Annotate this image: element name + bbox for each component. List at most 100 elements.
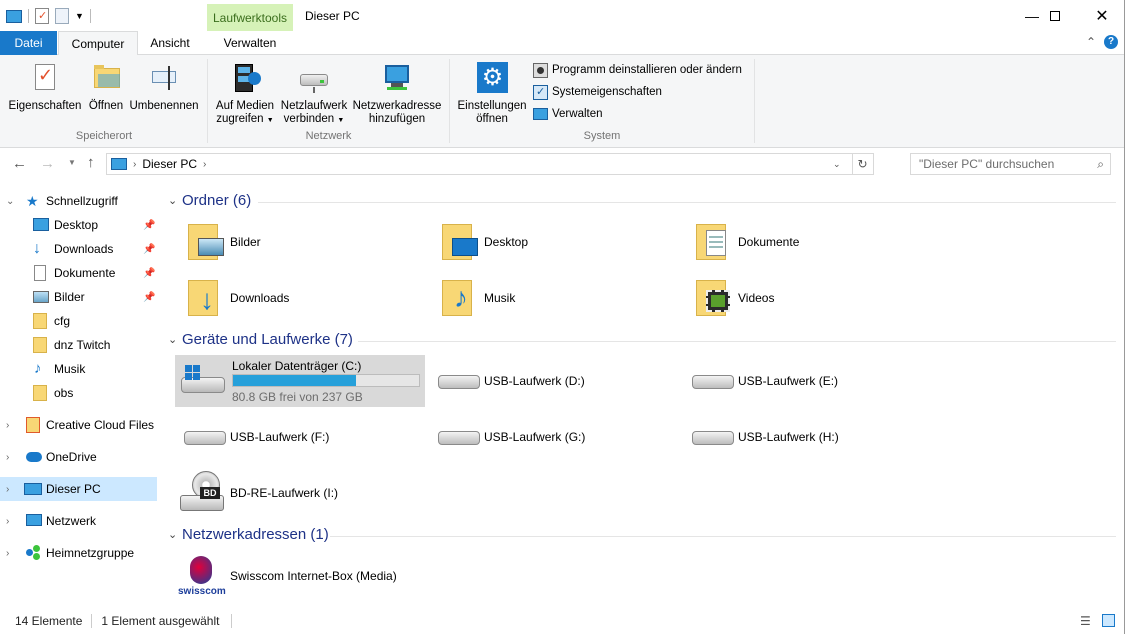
sidebar-item-dieser-pc[interactable]: › Dieser PC — [0, 477, 157, 501]
tab-verwalten[interactable]: Verwalten — [207, 31, 293, 55]
back-arrow-icon[interactable]: ← — [12, 155, 27, 172]
sidebar-item-bilder[interactable]: Bilder 📌 — [0, 285, 157, 309]
sidebar-item-creative-cloud[interactable]: › Creative Cloud Files — [0, 413, 157, 437]
close-icon: ✕ — [1095, 7, 1109, 25]
downloads-folder-icon: ↓ — [182, 276, 226, 320]
sidebar-item-schnellzugriff[interactable]: ⌄ ★ Schnellzugriff — [0, 189, 157, 213]
settings-gear-icon: ⚙ — [476, 62, 508, 94]
drive-g[interactable]: USB-Laufwerk (G:) — [436, 413, 676, 461]
chevron-down-icon[interactable]: ⌄ — [6, 196, 14, 207]
usb-drive-icon — [690, 359, 734, 403]
address-bar[interactable]: › Dieser PC › ⌄ ↻ — [106, 153, 874, 175]
verwalten-button[interactable]: Verwalten — [533, 104, 603, 124]
sidebar-item-cfg[interactable]: cfg — [0, 309, 157, 333]
breadcrumb-dieser-pc[interactable]: Dieser PC — [142, 157, 197, 171]
sidebar-item-obs[interactable]: obs — [0, 381, 157, 405]
sidebar-item-musik[interactable]: ♪ Musik — [0, 357, 157, 381]
context-tab-laufwerktools: Laufwerktools — [207, 4, 293, 32]
breadcrumb-chevron-icon: › — [133, 158, 137, 170]
usb-drive-icon — [436, 359, 480, 403]
folder-videos[interactable]: Videos — [690, 274, 930, 322]
tab-ansicht[interactable]: Ansicht — [138, 31, 202, 55]
up-arrow-icon[interactable]: ↑ — [87, 154, 95, 171]
drive-c-free-space: 80.8 GB frei von 237 GB — [232, 390, 363, 404]
eigenschaften-button[interactable]: ✓ Eigenschaften — [6, 62, 84, 113]
netzwerkadresse-hinzufuegen-button[interactable]: Netzwerkadresse hinzufügen — [351, 62, 443, 126]
refresh-icon[interactable]: ↻ — [852, 154, 872, 174]
chevron-right-icon[interactable]: › — [6, 452, 9, 463]
desktop-folder-icon — [436, 220, 480, 264]
chevron-right-icon[interactable]: › — [6, 516, 9, 527]
chevron-right-icon[interactable]: › — [6, 484, 9, 495]
chevron-down-icon[interactable]: ⌄ — [168, 333, 177, 346]
network-location-swisscom[interactable]: swisscom Swisscom Internet-Box (Media) — [178, 552, 478, 600]
section-header-netzwerkadressen[interactable]: Netzwerkadressen (1) — [182, 526, 329, 543]
drive-i[interactable]: BD BD-RE-Laufwerk (I:) — [178, 469, 418, 517]
tab-datei[interactable]: Datei — [0, 31, 57, 55]
customize-qat-icon[interactable]: ▼ — [75, 11, 84, 21]
usb-drive-icon — [182, 415, 226, 459]
search-icon: ⌕ — [1097, 156, 1104, 171]
computer-management-icon — [533, 108, 548, 120]
drive-e[interactable]: USB-Laufwerk (E:) — [690, 357, 930, 405]
programm-deinstallieren-button[interactable]: Programm deinstallieren oder ändern — [533, 60, 742, 80]
chevron-down-icon[interactable]: ⌄ — [168, 528, 177, 541]
folder-musik[interactable]: ♪ Musik — [436, 274, 676, 322]
drive-h[interactable]: USB-Laufwerk (H:) — [690, 413, 930, 461]
chevron-right-icon[interactable]: › — [6, 420, 9, 431]
sidebar-item-netzwerk[interactable]: › Netzwerk — [0, 509, 157, 533]
sidebar-item-onedrive[interactable]: › OneDrive — [0, 445, 157, 469]
maximize-button[interactable] — [1032, 0, 1078, 31]
recent-locations-icon[interactable]: ▼ — [68, 158, 76, 167]
swisscom-logo-icon: swisscom — [178, 554, 226, 598]
computer-icon[interactable] — [6, 9, 22, 23]
sidebar-item-dnz-twitch[interactable]: dnz Twitch — [0, 333, 157, 357]
system-properties-icon: ✓ — [533, 84, 548, 100]
oeffnen-button[interactable]: Öffnen — [85, 62, 127, 113]
pin-icon: 📌 — [143, 267, 156, 279]
rename-icon — [148, 62, 180, 94]
sidebar-item-desktop[interactable]: Desktop 📌 — [0, 213, 157, 237]
divider — [358, 341, 1116, 342]
divider — [330, 536, 1116, 537]
systemeigenschaften-button[interactable]: ✓ Systemeigenschaften — [533, 82, 662, 102]
computer-icon — [24, 483, 42, 495]
section-header-geraete[interactable]: Geräte und Laufwerke (7) — [182, 331, 353, 348]
sidebar-item-downloads[interactable]: ↓ Downloads 📌 — [0, 237, 157, 261]
properties-icon[interactable]: ✓ — [35, 8, 49, 24]
drive-c[interactable]: Lokaler Datenträger (C:) 80.8 GB frei vo… — [175, 355, 425, 407]
documents-folder-icon — [690, 220, 734, 264]
sidebar-item-heimnetzgruppe[interactable]: › Heimnetzgruppe — [0, 541, 157, 565]
address-dropdown-icon[interactable]: ⌄ — [833, 159, 841, 170]
folder-dokumente[interactable]: Dokumente — [690, 218, 930, 266]
netzlaufwerk-verbinden-button[interactable]: Netzlaufwerk verbinden ▼ — [278, 62, 350, 127]
ribbon: ✓ Eigenschaften Öffnen Umbenennen Speich… — [0, 55, 1125, 148]
new-folder-icon[interactable] — [55, 8, 69, 24]
folder-bilder[interactable]: Bilder — [182, 218, 422, 266]
title-bar: ✓ ▼ Laufwerktools Dieser PC — ✕ — [0, 0, 1125, 32]
collapse-ribbon-icon[interactable]: ⌃ — [1086, 35, 1096, 49]
help-icon[interactable]: ? — [1104, 35, 1118, 49]
ribbon-tabs: Datei Computer Ansicht Verwalten ⌃ ? — [0, 31, 1125, 56]
section-header-ordner[interactable]: Ordner (6) — [182, 192, 251, 209]
folder-downloads[interactable]: ↓ Downloads — [182, 274, 422, 322]
chevron-right-icon[interactable]: › — [6, 548, 9, 559]
sidebar-item-dokumente[interactable]: Dokumente 📌 — [0, 261, 157, 285]
folder-desktop[interactable]: Desktop — [436, 218, 676, 266]
group-label-netzwerk: Netzwerk — [305, 130, 352, 142]
forward-arrow-icon[interactable]: → — [40, 155, 55, 172]
chevron-down-icon[interactable]: ⌄ — [168, 194, 177, 207]
drive-d[interactable]: USB-Laufwerk (D:) — [436, 357, 676, 405]
videos-folder-icon — [690, 276, 734, 320]
usb-drive-icon — [436, 415, 480, 459]
folder-icon — [33, 337, 47, 353]
tab-computer[interactable]: Computer — [58, 31, 138, 56]
large-icons-view-icon[interactable] — [1102, 614, 1115, 627]
umbenennen-button[interactable]: Umbenennen — [128, 62, 200, 113]
search-input[interactable]: "Dieser PC" durchsuchen ⌕ — [910, 153, 1111, 175]
auf-medien-zugreifen-button[interactable]: Auf Medien zugreifen ▼ — [212, 62, 278, 127]
details-view-icon[interactable]: ☰ — [1080, 614, 1091, 628]
einstellungen-oeffnen-button[interactable]: ⚙ Einstellungen öffnen — [453, 62, 531, 126]
close-button[interactable]: ✕ — [1079, 0, 1125, 31]
drive-f[interactable]: USB-Laufwerk (F:) — [182, 413, 422, 461]
